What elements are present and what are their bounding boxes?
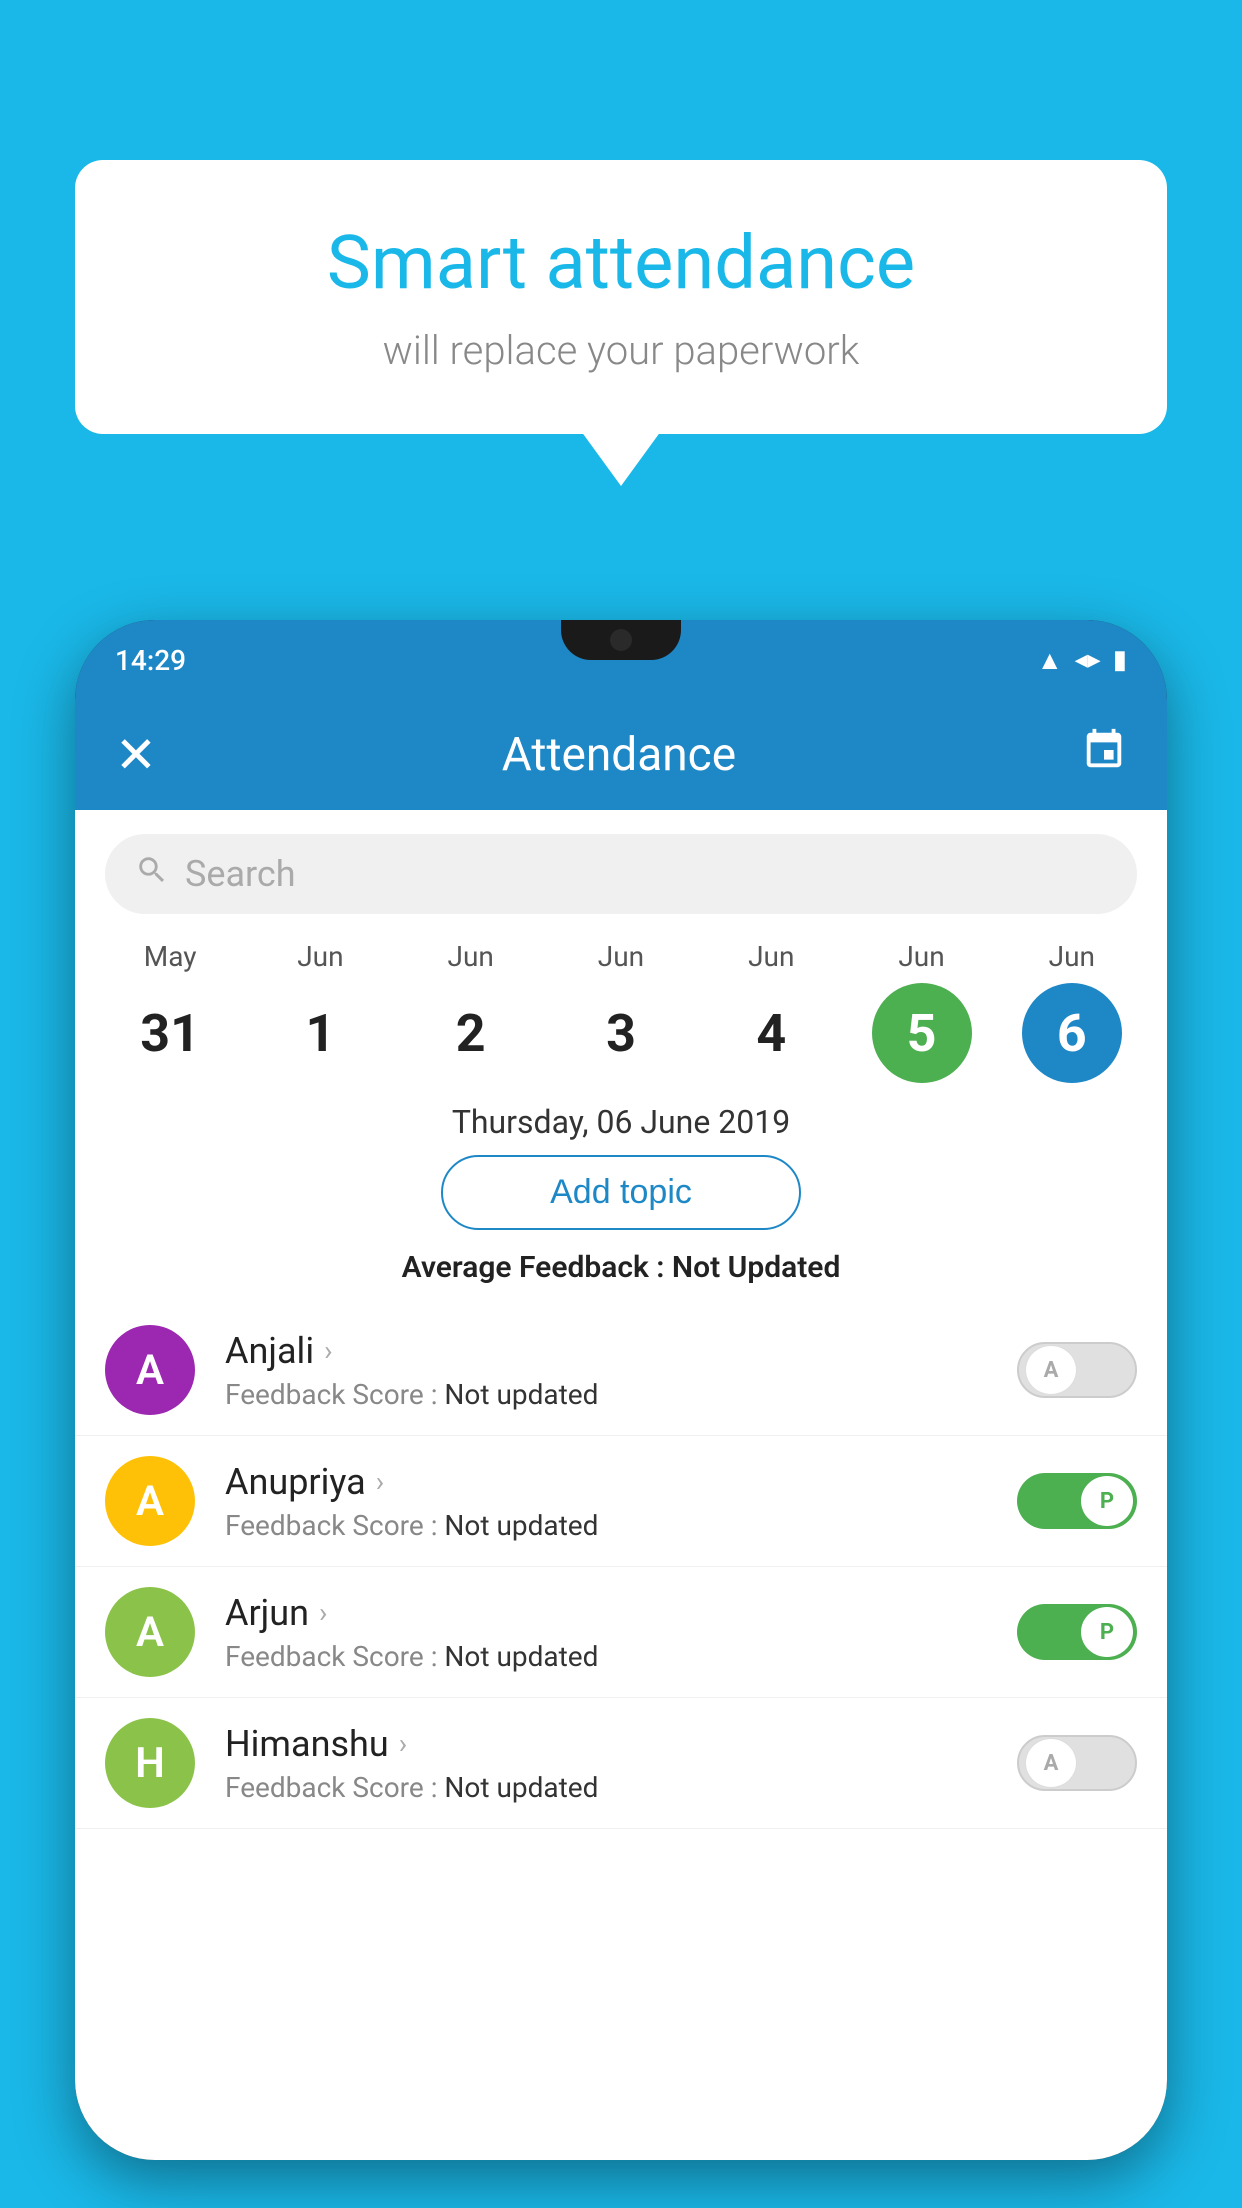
speech-bubble: Smart attendance will replace your paper…: [75, 160, 1167, 434]
date-number[interactable]: 1: [270, 983, 370, 1083]
date-item[interactable]: Jun 5: [857, 940, 987, 1083]
selected-date-label: Thursday, 06 June 2019: [75, 1083, 1167, 1155]
calendar-icon[interactable]: [1081, 727, 1127, 784]
phone-frame: 14:29 ▲ ◂▸ ▮ ✕ Attendance Search: [75, 620, 1167, 2160]
search-placeholder: Search: [185, 853, 296, 895]
date-month: Jun: [448, 940, 494, 973]
student-list: AAnjali ›Feedback Score : Not updatedAAA…: [75, 1305, 1167, 1829]
date-month: Jun: [297, 940, 343, 973]
date-number[interactable]: 2: [421, 983, 521, 1083]
attendance-toggle[interactable]: P: [1017, 1604, 1137, 1660]
date-item[interactable]: Jun 3: [556, 940, 686, 1083]
toggle-knob: A: [1025, 1738, 1077, 1788]
student-avatar: A: [105, 1456, 195, 1546]
student-name: Himanshu ›: [225, 1723, 1017, 1765]
toggle-knob: A: [1025, 1345, 1077, 1395]
date-item[interactable]: May 31: [105, 940, 235, 1083]
chevron-icon: ›: [324, 1334, 332, 1367]
feedback-value: Not updated: [444, 1378, 598, 1411]
student-name: Anjali ›: [225, 1330, 1017, 1372]
add-topic-button[interactable]: Add topic: [441, 1155, 801, 1230]
speech-bubble-title: Smart attendance: [155, 220, 1087, 307]
attendance-toggle[interactable]: A: [1017, 1735, 1137, 1791]
date-item[interactable]: Jun 1: [255, 940, 385, 1083]
student-avatar: H: [105, 1718, 195, 1808]
student-avatar: A: [105, 1325, 195, 1415]
student-info: Anupriya › Feedback Score : Not updated: [225, 1461, 1017, 1542]
chevron-icon: ›: [376, 1465, 384, 1498]
close-button[interactable]: ✕: [115, 726, 157, 785]
attendance-toggle[interactable]: P: [1017, 1473, 1137, 1529]
student-feedback: Feedback Score : Not updated: [225, 1640, 1017, 1673]
student-feedback: Feedback Score : Not updated: [225, 1509, 1017, 1542]
date-month: Jun: [748, 940, 794, 973]
search-bar[interactable]: Search: [105, 834, 1137, 914]
date-number[interactable]: 6: [1022, 983, 1122, 1083]
speech-bubble-subtitle: will replace your paperwork: [155, 327, 1087, 374]
date-month: Jun: [598, 940, 644, 973]
notch: [561, 620, 681, 660]
date-item[interactable]: Jun 4: [706, 940, 836, 1083]
student-info: Anjali › Feedback Score : Not updated: [225, 1330, 1017, 1411]
date-number[interactable]: 3: [571, 983, 671, 1083]
avg-feedback-label: Average Feedback :: [402, 1250, 665, 1285]
speech-bubble-container: Smart attendance will replace your paper…: [75, 160, 1167, 434]
camera: [610, 629, 632, 651]
student-feedback: Feedback Score : Not updated: [225, 1771, 1017, 1804]
search-icon: [135, 853, 169, 896]
status-bar: 14:29 ▲ ◂▸ ▮: [75, 620, 1167, 700]
feedback-value: Not updated: [444, 1640, 598, 1673]
student-item[interactable]: A Anupriya › Feedback Score : Not updated P: [75, 1436, 1167, 1567]
screen-title: Attendance: [502, 728, 736, 782]
status-time: 14:29: [115, 644, 186, 677]
student-item[interactable]: AAnjali ›Feedback Score : Not updatedA: [75, 1305, 1167, 1436]
chevron-icon: ›: [399, 1727, 407, 1760]
student-item[interactable]: H Himanshu › Feedback Score : Not updatedA: [75, 1698, 1167, 1829]
date-month: Jun: [1049, 940, 1095, 973]
average-feedback: Average Feedback : Not Updated: [75, 1250, 1167, 1285]
feedback-value: Not updated: [444, 1509, 598, 1542]
toggle-knob: P: [1081, 1607, 1133, 1657]
date-item[interactable]: Jun 2: [406, 940, 536, 1083]
attendance-toggle[interactable]: A: [1017, 1342, 1137, 1398]
battery-icon: ▮: [1113, 645, 1127, 675]
app-header: ✕ Attendance: [75, 700, 1167, 810]
wifi-icon: ▲: [1037, 645, 1063, 676]
student-item[interactable]: A Arjun › Feedback Score : Not updated P: [75, 1567, 1167, 1698]
feedback-value: Not updated: [444, 1771, 598, 1804]
signal-icon: ◂▸: [1075, 645, 1101, 675]
date-item[interactable]: Jun 6: [1007, 940, 1137, 1083]
student-info: Arjun › Feedback Score : Not updated: [225, 1592, 1017, 1673]
phone-screen: Search May 31 Jun 1 Jun 2 Jun 3 Jun 4 Jun 5 Jun 6 Thu…: [75, 810, 1167, 2160]
date-number[interactable]: 31: [120, 983, 220, 1083]
date-month: May: [144, 940, 197, 973]
student-name: Arjun ›: [225, 1592, 1017, 1634]
date-month: Jun: [898, 940, 944, 973]
status-icons: ▲ ◂▸ ▮: [1037, 645, 1127, 676]
toggle-knob: P: [1081, 1476, 1133, 1526]
chevron-icon: ›: [319, 1596, 327, 1629]
student-avatar: A: [105, 1587, 195, 1677]
avg-feedback-value: Not Updated: [672, 1250, 840, 1285]
date-strip: May 31 Jun 1 Jun 2 Jun 3 Jun 4 Jun 5 Jun 6: [75, 924, 1167, 1083]
date-number[interactable]: 4: [721, 983, 821, 1083]
student-info: Himanshu › Feedback Score : Not updated: [225, 1723, 1017, 1804]
student-name: Anupriya ›: [225, 1461, 1017, 1503]
date-number[interactable]: 5: [872, 983, 972, 1083]
student-feedback: Feedback Score : Not updated: [225, 1378, 1017, 1411]
